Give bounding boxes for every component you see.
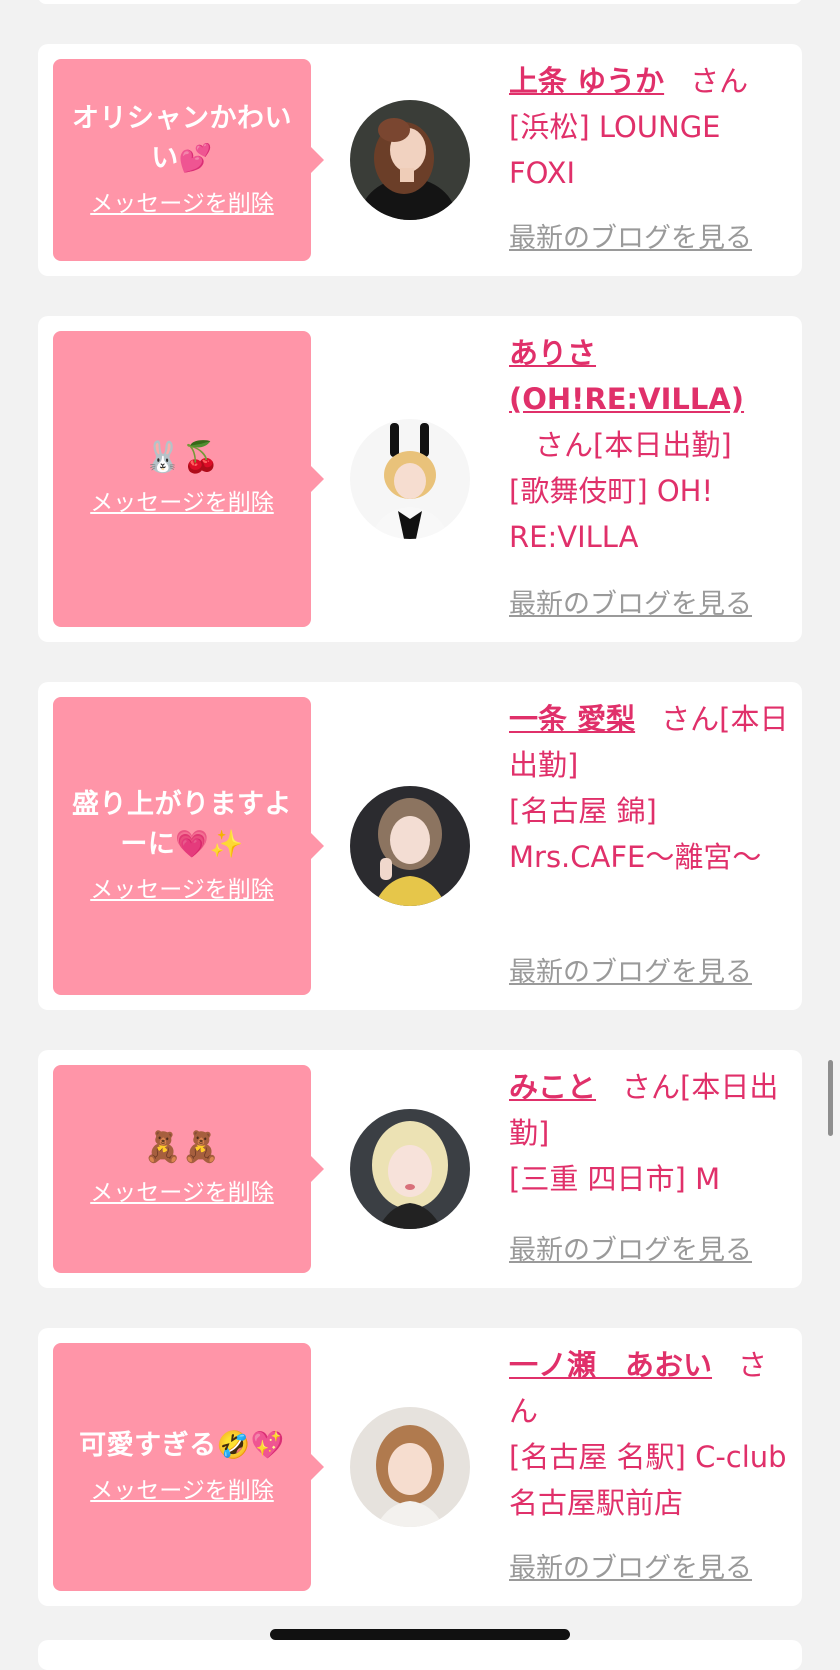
message-text: 可愛すぎる🤣💖 bbox=[79, 1430, 285, 1461]
message-text: 盛り上がりますよーに💗✨ bbox=[72, 789, 292, 860]
message-bubble: 盛り上がりますよーに💗✨ メッセージを削除 bbox=[53, 697, 324, 995]
sender-location: [名古屋 名駅] C-club 名古屋駅前店 bbox=[509, 1440, 787, 1520]
honorific: さん bbox=[622, 1070, 681, 1104]
sender-name-link[interactable]: 一ノ瀬 あおい bbox=[509, 1348, 712, 1382]
sender-status: [本日出勤] bbox=[593, 428, 732, 462]
scrollbar-thumb[interactable] bbox=[828, 1060, 833, 1136]
delete-message-link[interactable]: メッセージを削除 bbox=[90, 486, 274, 520]
sender-name-link[interactable]: 一条 愛梨 bbox=[509, 702, 635, 736]
previous-card-edge bbox=[38, 0, 802, 4]
message-card: 可愛すぎる🤣💖 メッセージを削除 一ノ瀬 あおい さん [名古屋 名駅] C-cl… bbox=[38, 1328, 802, 1606]
sender-info: みこと さん[本日出勤] [三重 四日市] M bbox=[509, 1064, 790, 1202]
sender-name-link[interactable]: ありさ (OH!RE:VILLA) bbox=[509, 336, 744, 416]
avatar[interactable] bbox=[350, 786, 470, 906]
avatar[interactable] bbox=[350, 1407, 470, 1527]
message-bubble: 可愛すぎる🤣💖 メッセージを削除 bbox=[53, 1343, 324, 1591]
sender-info: ありさ (OH!RE:VILLA) さん[本日出勤] [歌舞伎町] OH! RE:… bbox=[509, 330, 790, 560]
honorific: さん bbox=[690, 64, 749, 98]
latest-blog-link[interactable]: 最新のブログを見る bbox=[509, 1232, 752, 1270]
sender-location: [歌舞伎町] OH! RE:VILLA bbox=[509, 474, 714, 554]
latest-blog-link[interactable]: 最新のブログを見る bbox=[509, 1550, 752, 1588]
message-text: 🧸🧸 bbox=[144, 1130, 220, 1165]
sender-name-link[interactable]: 上条 ゆうか bbox=[509, 64, 664, 98]
honorific: さん bbox=[535, 428, 594, 462]
message-bubble: 🐰🍒 メッセージを削除 bbox=[53, 331, 324, 627]
latest-blog-link[interactable]: 最新のブログを見る bbox=[509, 220, 752, 258]
message-bubble: 🧸🧸 メッセージを削除 bbox=[53, 1065, 324, 1273]
delete-message-link[interactable]: メッセージを削除 bbox=[90, 1176, 274, 1210]
latest-blog-link[interactable]: 最新のブログを見る bbox=[509, 954, 752, 992]
message-bubble: オリシャンかわいい💕 メッセージを削除 bbox=[53, 59, 324, 261]
message-card: オリシャンかわいい💕 メッセージを削除 上条 ゆうか さん [浜松] LOUNGE… bbox=[38, 44, 802, 276]
next-card-edge bbox=[38, 1640, 802, 1670]
message-text: オリシャンかわいい💕 bbox=[72, 103, 292, 174]
sender-location: [三重 四日市] M bbox=[509, 1162, 721, 1196]
sender-info: 上条 ゆうか さん [浜松] LOUNGE FOXI bbox=[509, 58, 790, 196]
message-card: 🧸🧸 メッセージを削除 みこと さん[本日出勤] [三重 四日市] M 最新のブロ… bbox=[38, 1050, 802, 1288]
honorific: さん bbox=[661, 702, 720, 736]
message-card: 🐰🍒 メッセージを削除 ありさ (OH!RE:VILLA) さん[本日出勤] [歌… bbox=[38, 316, 802, 642]
delete-message-link[interactable]: メッセージを削除 bbox=[90, 187, 274, 221]
sender-location: [名古屋 錦] Mrs.CAFE〜離宮〜 bbox=[509, 794, 762, 874]
message-text: 🐰🍒 bbox=[144, 440, 220, 475]
sender-info: 一条 愛梨 さん[本日出勤] [名古屋 錦] Mrs.CAFE〜離宮〜 bbox=[509, 696, 790, 880]
sender-location: [浜松] LOUNGE FOXI bbox=[509, 110, 721, 190]
avatar[interactable] bbox=[350, 1109, 470, 1229]
delete-message-link[interactable]: メッセージを削除 bbox=[90, 873, 274, 907]
latest-blog-link[interactable]: 最新のブログを見る bbox=[509, 586, 752, 624]
avatar[interactable] bbox=[350, 100, 470, 220]
avatar[interactable] bbox=[350, 419, 470, 539]
sender-info: 一ノ瀬 あおい さん [名古屋 名駅] C-club 名古屋駅前店 bbox=[509, 1342, 790, 1526]
message-card: 盛り上がりますよーに💗✨ メッセージを削除 一条 愛梨 さん[本日出勤] [名古屋… bbox=[38, 682, 802, 1010]
delete-message-link[interactable]: メッセージを削除 bbox=[90, 1474, 274, 1508]
sender-name-link[interactable]: みこと bbox=[509, 1070, 596, 1104]
home-indicator[interactable] bbox=[270, 1629, 570, 1640]
